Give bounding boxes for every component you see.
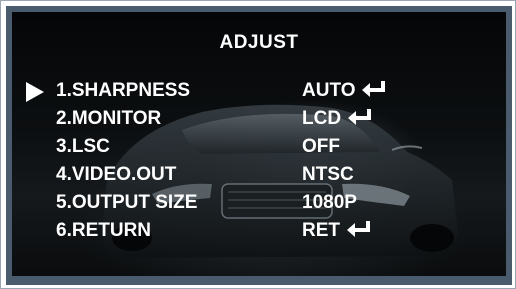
menu-item-value[interactable]: 1080P bbox=[302, 192, 357, 214]
triangle-right-icon bbox=[26, 82, 44, 102]
menu-item-value[interactable]: LCD bbox=[302, 108, 373, 130]
menu-title: ADJUST bbox=[219, 32, 299, 53]
menu-item-value[interactable]: RET bbox=[302, 220, 372, 242]
menu-item-value[interactable]: NTSC bbox=[302, 164, 354, 186]
menu-item-label: 2.MONITOR bbox=[56, 108, 162, 129]
menu-item-output-size[interactable]: 5.OUTPUT SIZE 1080P bbox=[12, 192, 506, 214]
menu-item-lsc[interactable]: 3.LSC OFF bbox=[12, 136, 506, 158]
menu-item-label: 4.VIDEO.OUT bbox=[56, 164, 177, 185]
enter-return-icon bbox=[347, 221, 370, 237]
menu-item-value[interactable]: AUTO bbox=[302, 80, 387, 102]
menu-item-monitor[interactable]: 2.MONITOR LCD bbox=[12, 108, 506, 130]
monitor-frame: ADJUST 1.SHARPNESS AUTO 2.MONITOR LCD 3.… bbox=[0, 0, 516, 289]
monitor-value: LCD bbox=[302, 108, 342, 129]
enter-return-icon bbox=[362, 81, 386, 97]
menu-item-label: 6.RETURN bbox=[56, 220, 152, 241]
menu-item-sharpness[interactable]: 1.SHARPNESS AUTO bbox=[12, 80, 506, 102]
return-value: RET bbox=[302, 220, 340, 241]
menu-item-video-out[interactable]: 4.VIDEO.OUT NTSC bbox=[12, 164, 506, 186]
menu-item-label: 3.LSC bbox=[56, 136, 110, 157]
menu-item-label: 1.SHARPNESS bbox=[56, 80, 191, 101]
menu-item-value[interactable]: OFF bbox=[302, 136, 340, 158]
menu-item-label: 5.OUTPUT SIZE bbox=[56, 192, 198, 213]
sharpness-value: AUTO bbox=[302, 80, 356, 101]
osd-menu: ADJUST 1.SHARPNESS AUTO 2.MONITOR LCD 3.… bbox=[12, 12, 506, 276]
menu-item-return[interactable]: 6.RETURN RET bbox=[12, 220, 506, 242]
enter-return-icon bbox=[348, 109, 372, 125]
